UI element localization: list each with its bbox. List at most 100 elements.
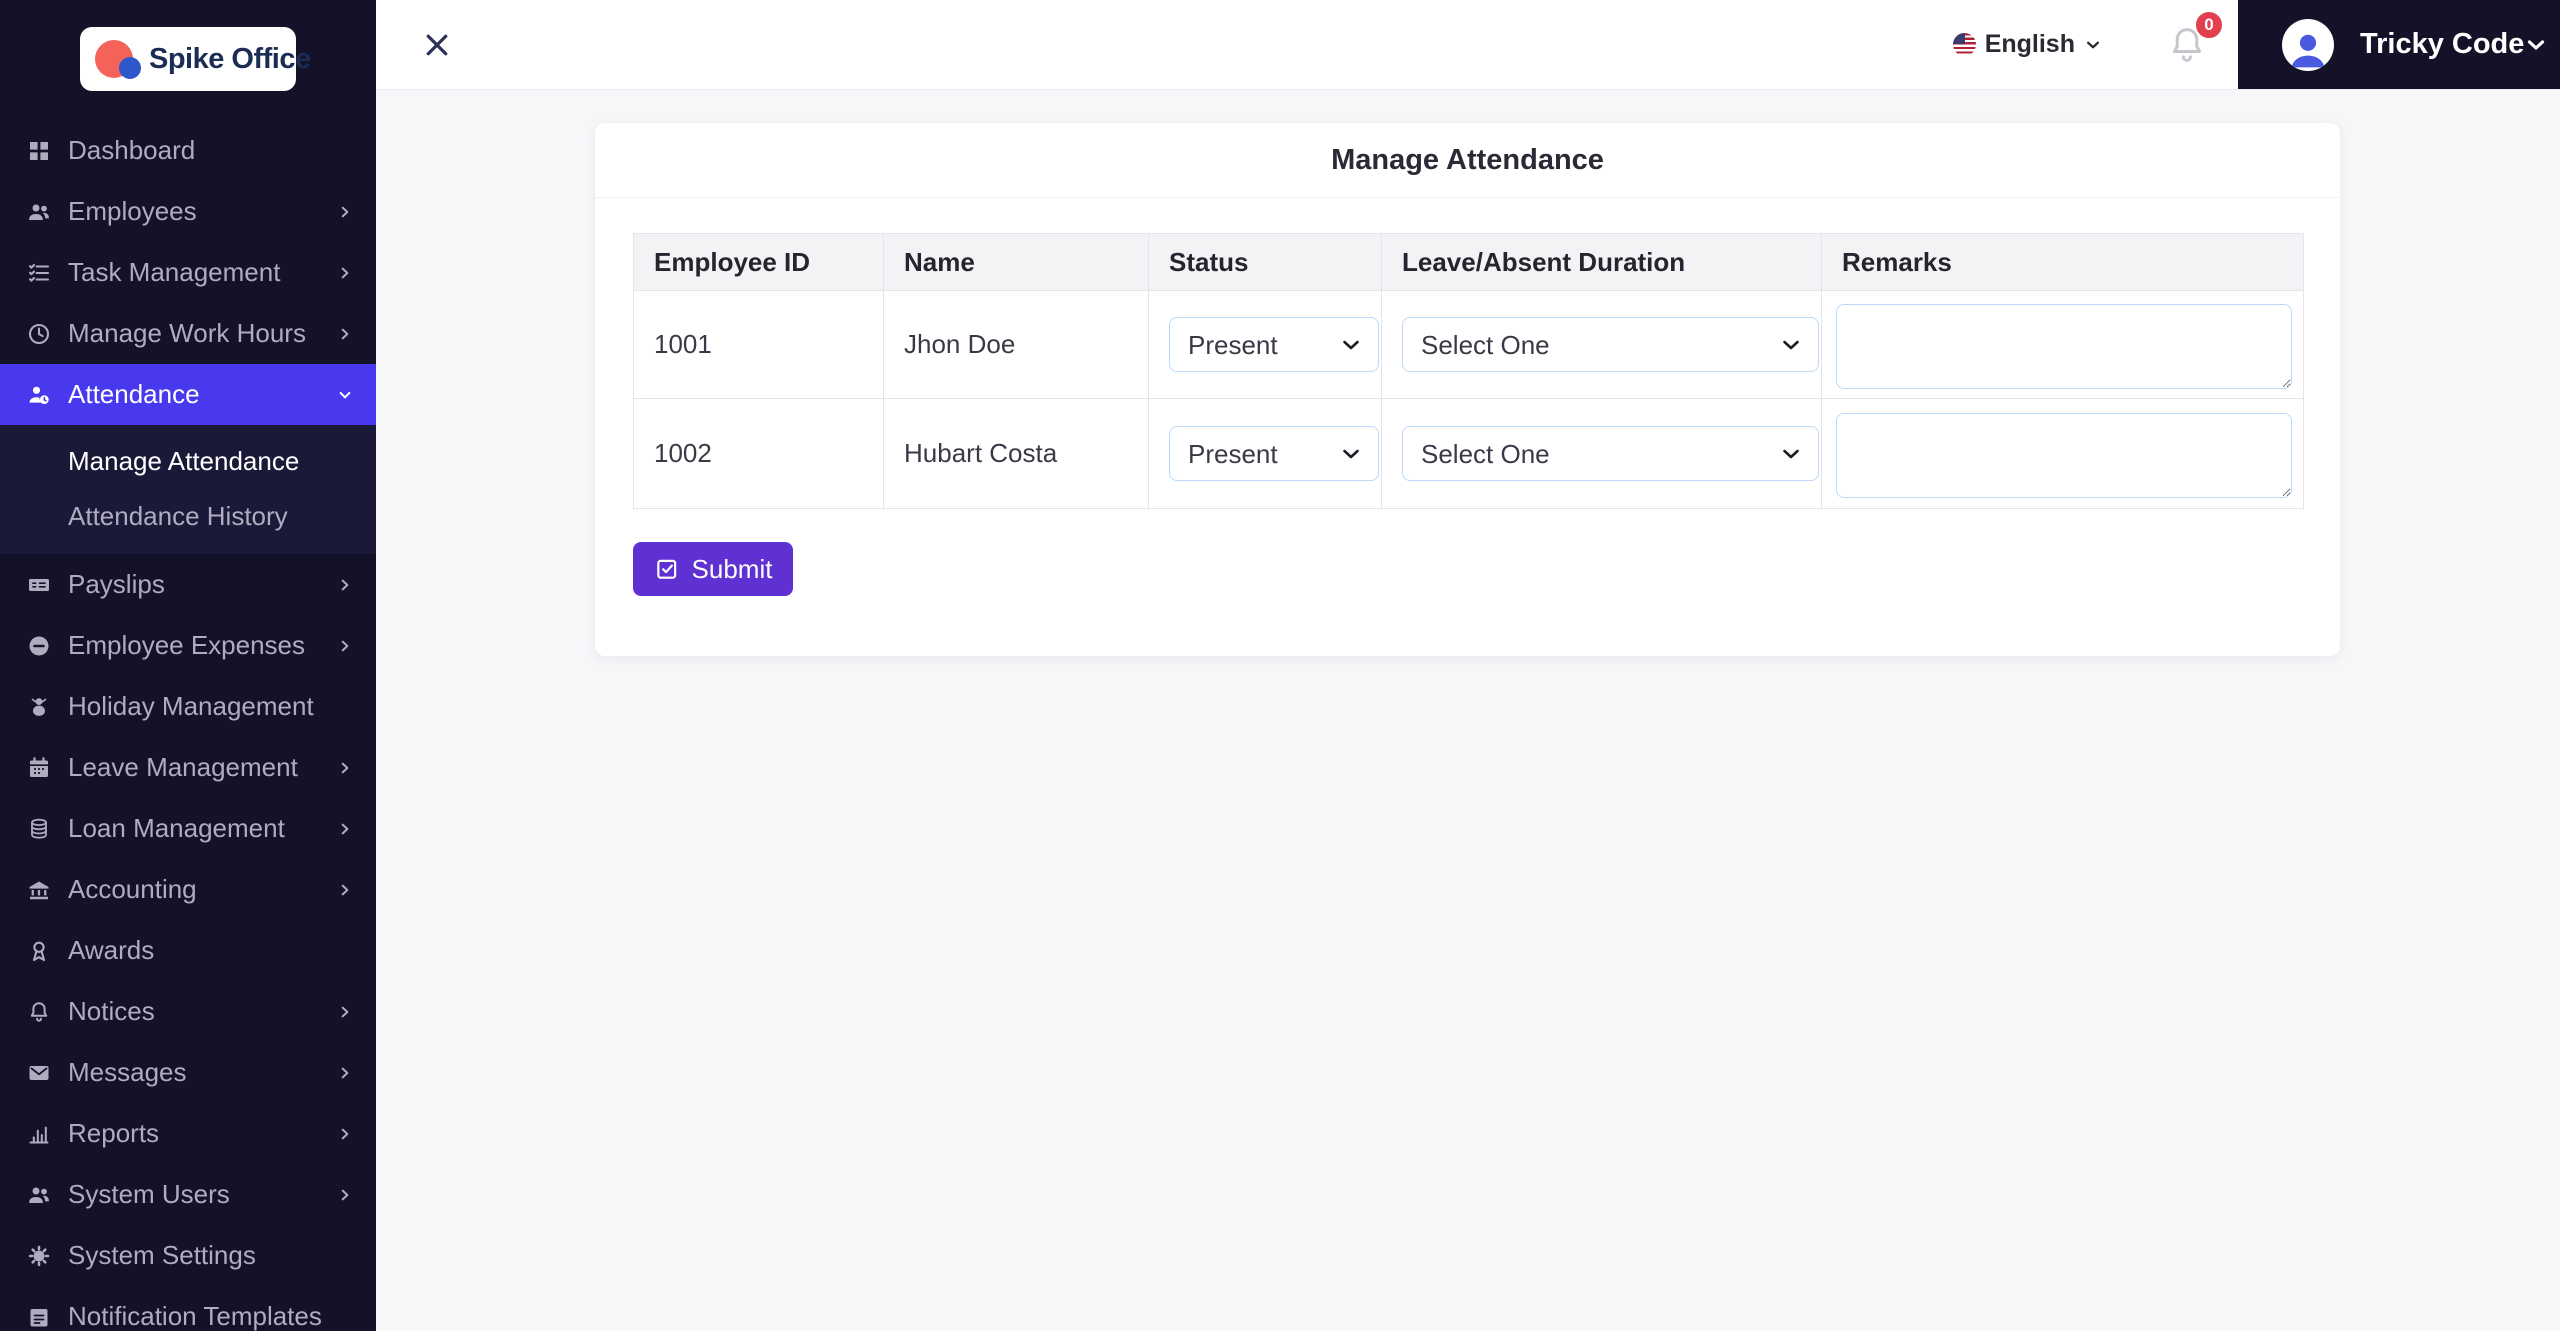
sidebar-item-label: Employees bbox=[68, 196, 197, 226]
submit-button-label: Submit bbox=[691, 553, 773, 584]
sidebar-item-loan-management[interactable]: Loan Management bbox=[0, 798, 376, 859]
employee-name-cell: Hubart Costa bbox=[883, 398, 1149, 509]
chevron-right-icon bbox=[338, 205, 352, 219]
sidebar-item-label: System Settings bbox=[68, 1240, 256, 1270]
status-select-row-2[interactable]: Present bbox=[1169, 426, 1379, 481]
sidebar-item-label: Notices bbox=[68, 996, 155, 1026]
sidebar-item-manage-work-hours[interactable]: Manage Work Hours bbox=[0, 303, 376, 364]
language-label: English bbox=[1984, 30, 2075, 58]
brand-logo[interactable]: Spike Office bbox=[80, 27, 311, 91]
topbar-right: English 0 Tricky Code bbox=[1952, 0, 2560, 89]
sidebar-item-system-users[interactable]: System Users bbox=[0, 1164, 376, 1225]
sidebar-item-label: Holiday Management bbox=[68, 691, 314, 721]
table-row: 1001 Jhon Doe Present Select One bbox=[633, 290, 2304, 399]
submit-button[interactable]: Submit bbox=[633, 542, 793, 596]
topbar: English 0 Tricky Code bbox=[376, 0, 2560, 90]
notification-count-badge: 0 bbox=[2194, 9, 2224, 40]
sidebar-item-system-settings[interactable]: System Settings bbox=[0, 1225, 376, 1286]
column-header-employee-id: Employee ID bbox=[633, 233, 884, 291]
notification-template-icon bbox=[27, 1305, 51, 1329]
duration-select-row-1[interactable]: Select One bbox=[1402, 317, 1819, 372]
sidebar-item-awards[interactable]: Awards bbox=[0, 920, 376, 981]
sidebar-item-label: Awards bbox=[68, 935, 155, 965]
envelope-icon bbox=[27, 1061, 51, 1085]
content-area: Manage Attendance Employee ID Name Statu… bbox=[376, 90, 2560, 1331]
chevron-right-icon bbox=[338, 1066, 352, 1080]
attendance-table: Employee ID Name Status Leave/Absent Dur… bbox=[633, 233, 2304, 509]
submenu-item-attendance-history[interactable]: Attendance History bbox=[0, 489, 376, 544]
user-menu[interactable]: Tricky Code bbox=[2238, 0, 2560, 89]
chevron-right-icon bbox=[338, 883, 352, 897]
sidebar-item-holiday-management[interactable]: Holiday Management bbox=[0, 676, 376, 737]
sidebar-item-label: Notification Templates bbox=[68, 1301, 322, 1331]
submenu-item-label: Manage Attendance bbox=[68, 446, 300, 476]
sidebar-nav: Dashboard Employees Task Management Mana… bbox=[0, 120, 376, 1331]
sidebar-item-employee-expenses[interactable]: Employee Expenses bbox=[0, 615, 376, 676]
sidebar-item-label: Reports bbox=[68, 1118, 160, 1148]
bank-icon bbox=[27, 878, 51, 902]
check-square-icon bbox=[656, 559, 676, 579]
gear-icon bbox=[27, 1244, 51, 1268]
sidebar-item-employees[interactable]: Employees bbox=[0, 181, 376, 242]
chevron-right-icon bbox=[338, 639, 352, 653]
sidebar-item-label: Loan Management bbox=[68, 813, 285, 843]
sidebar-item-accounting[interactable]: Accounting bbox=[0, 859, 376, 920]
chevron-down-icon bbox=[2084, 36, 2102, 54]
sidebar-item-attendance[interactable]: Attendance bbox=[0, 364, 376, 425]
avatar bbox=[2282, 18, 2334, 71]
brand-name: Spike Office bbox=[149, 42, 311, 75]
employee-name-cell: Jhon Doe bbox=[883, 290, 1149, 399]
employee-id-cell: 1002 bbox=[633, 398, 884, 509]
sidebar-item-payslips[interactable]: Payslips bbox=[0, 554, 376, 615]
bell-icon bbox=[27, 1000, 51, 1024]
remarks-textarea-row-2[interactable] bbox=[1836, 412, 2292, 498]
us-flag-icon bbox=[1952, 33, 1976, 56]
attendance-submenu: Manage Attendance Attendance History bbox=[0, 425, 376, 554]
sidebar: Spike Office Dashboard Employees Task Ma… bbox=[0, 0, 376, 1331]
money-check-icon bbox=[27, 573, 51, 597]
sidebar-item-messages[interactable]: Messages bbox=[0, 1042, 376, 1103]
language-selector[interactable]: English bbox=[1952, 30, 2102, 59]
sidebar-toggle-close-button[interactable] bbox=[420, 28, 454, 62]
sidebar-item-label: Attendance bbox=[68, 379, 200, 409]
duration-select-row-2[interactable]: Select One bbox=[1402, 426, 1819, 481]
sidebar-item-label: System Users bbox=[68, 1179, 230, 1209]
employee-id-cell: 1001 bbox=[633, 290, 884, 399]
page-title: Manage Attendance bbox=[595, 123, 2340, 198]
minus-circle-icon bbox=[27, 634, 51, 658]
table-header-row: Employee ID Name Status Leave/Absent Dur… bbox=[633, 233, 2304, 291]
user-clock-icon bbox=[27, 383, 51, 407]
chevron-down-icon bbox=[338, 388, 352, 402]
task-list-icon bbox=[27, 261, 51, 285]
chevron-right-icon bbox=[338, 1127, 352, 1141]
user-name: Tricky Code bbox=[2360, 28, 2525, 60]
remarks-textarea-row-1[interactable] bbox=[1836, 303, 2292, 389]
sidebar-item-label: Accounting bbox=[68, 874, 197, 904]
card-body: Employee ID Name Status Leave/Absent Dur… bbox=[595, 198, 2340, 656]
chevron-down-icon bbox=[2524, 33, 2548, 57]
clock-icon bbox=[27, 322, 51, 346]
sidebar-item-notification-templates[interactable]: Notification Templates bbox=[0, 1286, 376, 1331]
sidebar-item-leave-management[interactable]: Leave Management bbox=[0, 737, 376, 798]
sidebar-item-reports[interactable]: Reports bbox=[0, 1103, 376, 1164]
submenu-item-label: Attendance History bbox=[68, 501, 288, 531]
sidebar-item-notices[interactable]: Notices bbox=[0, 981, 376, 1042]
calendar-icon bbox=[27, 756, 51, 780]
submenu-item-manage-attendance[interactable]: Manage Attendance bbox=[0, 434, 376, 489]
column-header-duration: Leave/Absent Duration bbox=[1381, 233, 1822, 291]
chevron-right-icon bbox=[338, 1188, 352, 1202]
brand-logo-icon bbox=[95, 38, 141, 80]
sidebar-item-label: Leave Management bbox=[68, 752, 298, 782]
chevron-right-icon bbox=[338, 327, 352, 341]
sidebar-item-label: Manage Work Hours bbox=[68, 318, 306, 348]
close-icon bbox=[426, 34, 448, 55]
notifications-button[interactable]: 0 bbox=[2166, 9, 2224, 66]
table-row: 1002 Hubart Costa Present Select One bbox=[633, 398, 2304, 509]
manage-attendance-card: Manage Attendance Employee ID Name Statu… bbox=[595, 123, 2340, 656]
sidebar-item-dashboard[interactable]: Dashboard bbox=[0, 120, 376, 181]
coins-icon bbox=[27, 817, 51, 841]
sidebar-item-label: Dashboard bbox=[68, 135, 196, 165]
sidebar-item-task-management[interactable]: Task Management bbox=[0, 242, 376, 303]
status-select-row-1[interactable]: Present bbox=[1169, 317, 1379, 372]
users-icon bbox=[27, 1183, 51, 1207]
